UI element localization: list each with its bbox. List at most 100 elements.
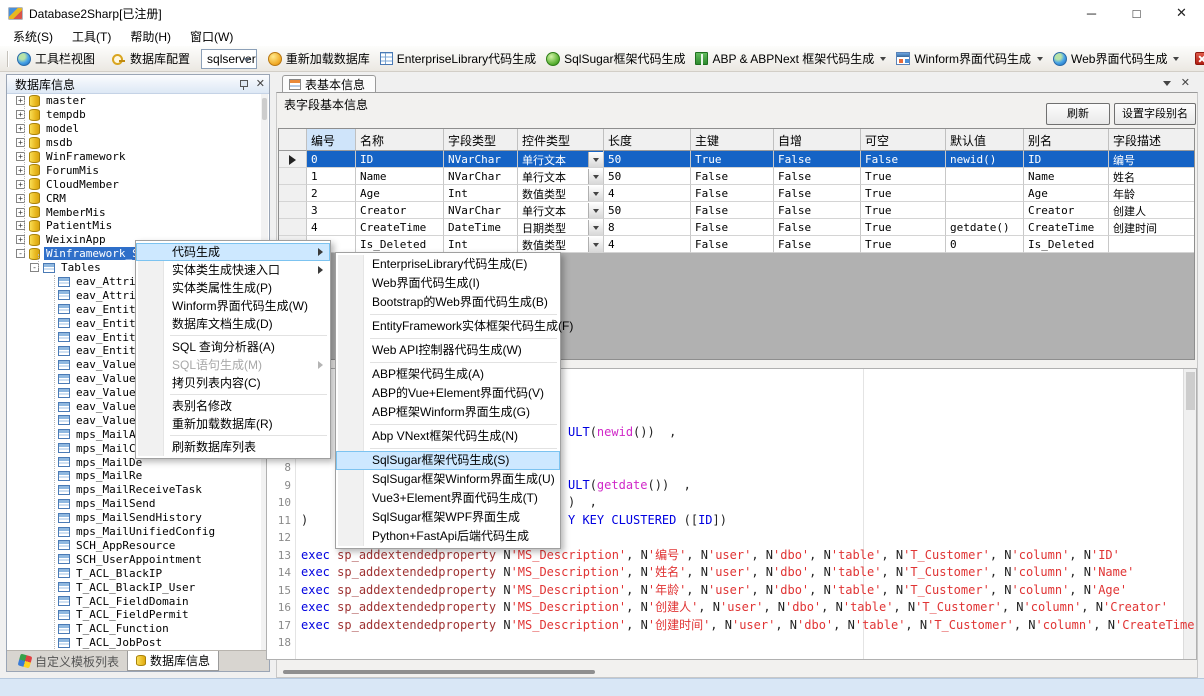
tree-node-table-mps_MailUnifiedConfig[interactable]: mps_MailUnifiedConfig <box>8 525 262 539</box>
tree-node-table-mps_MailRe[interactable]: mps_MailRe <box>8 469 262 483</box>
menu-item-Bootstrap的Web界面代码生成(B)[interactable]: Bootstrap的Web界面代码生成(B) <box>336 293 560 312</box>
toolbar-button-重新加载数据库[interactable]: 重新加载数据库 <box>263 48 375 69</box>
cell-dropdown-button[interactable] <box>588 220 603 235</box>
toolbar-button-Web界面代码生成[interactable]: Web界面代码生成 <box>1048 48 1184 69</box>
grid-cell[interactable]: Creator <box>1024 202 1109 219</box>
refresh-button[interactable]: 刷新 <box>1046 103 1110 125</box>
row-header-cell[interactable] <box>279 185 307 202</box>
grid-cell[interactable]: 8 <box>604 219 691 236</box>
tree-node-database-master[interactable]: +master <box>8 94 262 108</box>
cell-dropdown-button[interactable] <box>588 169 603 184</box>
menu-item-ABP框架Winform界面生成(G)[interactable]: ABP框架Winform界面生成(G) <box>336 403 560 422</box>
tree-node-database-ForumMis[interactable]: +ForumMis <box>8 163 262 177</box>
grid-header-长度[interactable]: 长度 <box>604 129 691 151</box>
grid-cell[interactable]: 2 <box>307 185 356 202</box>
menu-item-SqlSugar框架WPF界面生成[interactable]: SqlSugar框架WPF界面生成 <box>336 508 560 527</box>
grid-cell[interactable] <box>1109 236 1195 253</box>
grid-header-字段描述[interactable]: 字段描述 <box>1109 129 1195 151</box>
grid-cell[interactable]: 创建时间 <box>1109 219 1195 236</box>
tree-scrollbar-thumb[interactable] <box>262 98 267 120</box>
grid-cell[interactable]: 3 <box>307 202 356 219</box>
menu-item-SQL语句生成(M)[interactable]: SQL语句生成(M) <box>136 356 330 374</box>
menu-item-代码生成[interactable]: 代码生成 <box>136 243 330 261</box>
menu-item-Web API控制器代码生成(W)[interactable]: Web API控制器代码生成(W) <box>336 341 560 360</box>
grid-header-名称[interactable]: 名称 <box>356 129 444 151</box>
grid-cell[interactable]: Int <box>444 185 518 202</box>
grid-cell[interactable]: 50 <box>604 202 691 219</box>
row-header-cell[interactable] <box>279 219 307 236</box>
menu-item-Web界面代码生成(I)[interactable]: Web界面代码生成(I) <box>336 274 560 293</box>
tree-node-database-msdb[interactable]: +msdb <box>8 136 262 150</box>
panel-tab-数据库信息[interactable]: 数据库信息 <box>127 651 219 671</box>
row-header-cell[interactable] <box>279 151 307 168</box>
menu-item-ABP框架代码生成(A)[interactable]: ABP框架代码生成(A) <box>336 365 560 384</box>
grid-cell[interactable]: True <box>861 219 946 236</box>
grid-cell[interactable]: False <box>691 202 774 219</box>
grid-cell[interactable]: 4 <box>604 236 691 253</box>
grid-header-自增[interactable]: 自增 <box>774 129 861 151</box>
grid-cell[interactable]: Is_Deleted <box>356 236 444 253</box>
tree-node-table-mps_MailSendHistory[interactable]: mps_MailSendHistory <box>8 511 262 525</box>
grid-cell[interactable]: 50 <box>604 168 691 185</box>
menu-item-EnterpriseLibrary代码生成(E)[interactable]: EnterpriseLibrary代码生成(E) <box>336 255 560 274</box>
grid-cell[interactable]: CreateTime <box>356 219 444 236</box>
grid-cell[interactable] <box>946 202 1024 219</box>
menu-item-SqlSugar框架Winform界面生成(U)[interactable]: SqlSugar框架Winform界面生成(U) <box>336 470 560 489</box>
grid-cell[interactable]: 编号 <box>1109 151 1195 168</box>
menu-item-实体类生成快速入口[interactable]: 实体类生成快速入口 <box>136 261 330 279</box>
tree-node-table-T_ACL_BlackIP_User[interactable]: T_ACL_BlackIP_User <box>8 580 262 594</box>
grid-cell[interactable]: False <box>691 219 774 236</box>
table-row-0[interactable]: 0IDNVarChar单行文本50TrueFalseFalsenewid()ID… <box>279 151 1194 168</box>
toolbar-button-Winform界面代码生成[interactable]: Winform界面代码生成 <box>891 48 1048 69</box>
grid-cell[interactable]: 4 <box>307 219 356 236</box>
grid-cell[interactable]: NVarChar <box>444 202 518 219</box>
menubar-item-2[interactable]: 帮助(H) <box>124 26 184 47</box>
close-button[interactable]: ✕ <box>1159 0 1204 26</box>
grid-header-别名[interactable]: 别名 <box>1024 129 1109 151</box>
tree-node-database-MemberMis[interactable]: +MemberMis <box>8 205 262 219</box>
tab-table-basic-info[interactable]: 表基本信息 <box>282 75 376 92</box>
menu-item-数据库文档生成(D)[interactable]: 数据库文档生成(D) <box>136 315 330 333</box>
grid-cell[interactable]: 4 <box>604 185 691 202</box>
toolbar-button-数据库配置[interactable]: 数据库配置 <box>106 48 195 69</box>
grid-header-默认值[interactable]: 默认值 <box>946 129 1024 151</box>
grid-cell[interactable]: True <box>861 236 946 253</box>
tree-node-database-model[interactable]: +model <box>8 122 262 136</box>
grid-cell[interactable]: True <box>691 151 774 168</box>
maximize-button[interactable]: □ <box>1114 0 1159 26</box>
editor-vscrollbar-thumb[interactable] <box>1186 372 1195 410</box>
toolbar-button-EnterpriseLibrary代码生成[interactable]: EnterpriseLibrary代码生成 <box>375 48 541 69</box>
toolbar-button-退出[interactable]: 退出 <box>1190 48 1204 69</box>
table-row-2[interactable]: 2AgeInt数值类型4FalseFalseTrueAge年龄 <box>279 185 1194 202</box>
cell-dropdown-button[interactable] <box>588 237 603 252</box>
grid-cell[interactable]: Name <box>356 168 444 185</box>
grid-cell[interactable]: CreateTime <box>1024 219 1109 236</box>
tree-node-database-PatientMis[interactable]: +PatientMis <box>8 219 262 233</box>
grid-cell[interactable]: False <box>774 168 861 185</box>
tab-list-dropdown-icon[interactable] <box>1163 81 1171 86</box>
grid-cell[interactable]: False <box>774 236 861 253</box>
tree-node-database-tempdb[interactable]: +tempdb <box>8 108 262 122</box>
grid-cell[interactable]: True <box>861 185 946 202</box>
menu-item-拷贝列表内容(C)[interactable]: 拷贝列表内容(C) <box>136 374 330 392</box>
grid-cell[interactable]: Name <box>1024 168 1109 185</box>
grid-header-控件类型[interactable]: 控件类型 <box>518 129 604 151</box>
grid-header-字段类型[interactable]: 字段类型 <box>444 129 518 151</box>
database-type-combo[interactable]: sqlserver <box>201 49 257 69</box>
grid-cell[interactable]: False <box>861 151 946 168</box>
grid-cell[interactable]: 单行文本 <box>518 168 604 185</box>
grid-cell[interactable]: 单行文本 <box>518 151 604 168</box>
toolbar-button-ABP & ABPNext 框架代码生成[interactable]: ABP & ABPNext 框架代码生成 <box>690 48 891 69</box>
grid-cell[interactable]: NVarChar <box>444 151 518 168</box>
menu-item-EntityFramework实体框架代码生成(F)[interactable]: EntityFramework实体框架代码生成(F) <box>336 317 560 336</box>
grid-cell[interactable]: DateTime <box>444 219 518 236</box>
grid-cell[interactable]: 年龄 <box>1109 185 1195 202</box>
cell-dropdown-button[interactable] <box>588 203 603 218</box>
grid-cell[interactable]: Age <box>356 185 444 202</box>
grid-cell[interactable] <box>946 168 1024 185</box>
grid-cell[interactable]: False <box>774 219 861 236</box>
tree-node-database-CloudMember[interactable]: +CloudMember <box>8 177 262 191</box>
toolbar-grip[interactable] <box>7 51 9 67</box>
tree-node-table-SCH_UserAppointment[interactable]: SCH_UserAppointment <box>8 552 262 566</box>
editor-hscrollbar-thumb[interactable] <box>283 670 595 674</box>
